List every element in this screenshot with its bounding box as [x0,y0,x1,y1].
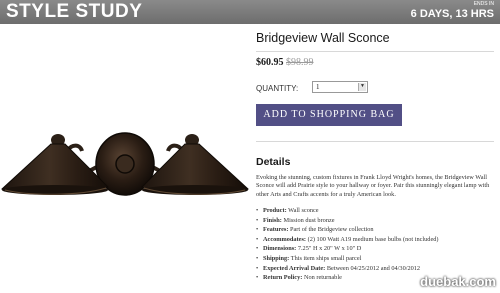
sale-price: $60.95 [256,57,284,68]
list-item: • Product: Wall sconce [256,207,319,214]
list-item: • Features: Part of the Bridgeview collec… [256,226,374,234]
list-item: • Expected Arrival Date: Between 04/25/20… [256,264,421,272]
add-to-bag-button[interactable]: ADD TO SHOPPING BAG [256,104,402,126]
wall-sconce-lamp-image [1,132,249,196]
list-item: • Shipping: This item ships small parcel [256,254,362,262]
quantity-label: QUANTITY: [256,84,299,93]
watermark: duebak.com [420,274,496,289]
divider [256,51,494,52]
top-banner: STYLE STUDY ENDS IN 6 DAYS, 13 HRS [0,0,500,24]
product-image [0,24,250,293]
bullet-icon: • [256,207,259,214]
details-heading: Details [256,156,291,168]
bullet-icon: • [256,235,259,243]
divider [256,141,494,142]
product-title: Bridgeview Wall Sconce [256,31,390,45]
bullet-icon: • [256,264,259,272]
list-item: • Accommodates: (2) 100 Watt A19 medium b… [256,235,439,243]
spec-list: • Product: Wall sconce • Finish: Mission d… [256,206,496,283]
countdown-timer: 6 DAYS, 13 HRS [410,8,494,20]
bullet-icon: • [256,274,259,282]
original-price: $98.99 [286,57,314,68]
product-description: Evoking the stunning, custom fixtures in… [256,174,490,198]
quantity-select[interactable]: 1 ▼ [312,81,368,93]
list-item: • Dimensions: 7.25" H x 20" W x 10" D [256,245,362,253]
ends-in-label: ENDS IN [473,1,494,7]
quantity-value: 1 [316,83,320,91]
chevron-down-icon[interactable]: ▼ [358,83,366,91]
bullet-icon: • [256,226,259,234]
brand-title[interactable]: STYLE STUDY [6,1,142,23]
bullet-icon: • [256,254,259,262]
bullet-icon: • [256,216,259,224]
bullet-icon: • [256,245,259,253]
list-item: • Finish: Mission dust bronze [256,216,335,224]
